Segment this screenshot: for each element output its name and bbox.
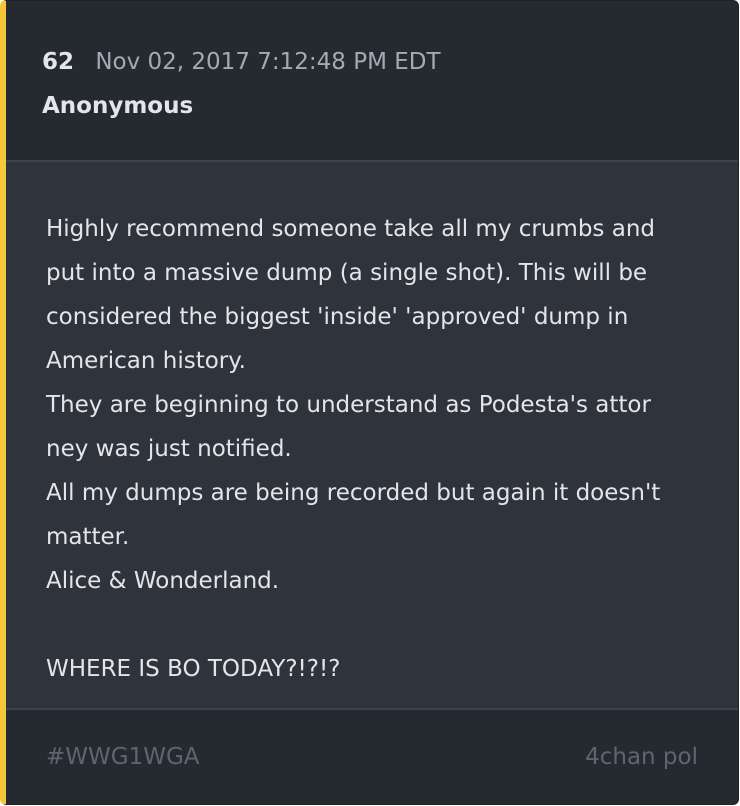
post-body-line: Highly recommend someone take all my cru… (46, 216, 655, 242)
post-footer: #WWG1WGA 4chan pol (6, 708, 738, 804)
post-body-line: ney was just notified. (46, 436, 292, 462)
post-body-line: matter. (46, 524, 130, 550)
post-body-line: Alice & Wonderland. (46, 568, 280, 594)
post-number[interactable]: 62 (42, 49, 74, 75)
hashtag-tag[interactable]: #WWG1WGA (46, 740, 200, 774)
author-name: Anonymous (42, 93, 194, 119)
post-card: 62 Nov 02, 2017 7:12:48 PM EDT Anonymous… (0, 0, 739, 805)
post-body-line (46, 603, 716, 647)
post-body-line: They are beginning to understand as Pode… (46, 392, 651, 418)
post-body-line: All my dumps are being recorded but agai… (46, 480, 661, 506)
post-body-line: American history. (46, 348, 246, 374)
post-date: Nov 02, 2017 7:12:48 PM EDT (95, 49, 441, 75)
post-body-line: put into a massive dump (a single shot).… (46, 260, 648, 286)
post-header: 62 Nov 02, 2017 7:12:48 PM EDT Anonymous (6, 1, 738, 162)
post-meta: 62 Nov 02, 2017 7:12:48 PM EDT (42, 45, 441, 79)
post-body-line: WHERE IS BO TODAY?!?!? (46, 656, 341, 682)
post-body-line: considered the biggest 'inside' 'approve… (46, 304, 629, 330)
post-body: Highly recommend someone take all my cru… (46, 207, 716, 691)
source-label: 4chan pol (585, 744, 698, 770)
